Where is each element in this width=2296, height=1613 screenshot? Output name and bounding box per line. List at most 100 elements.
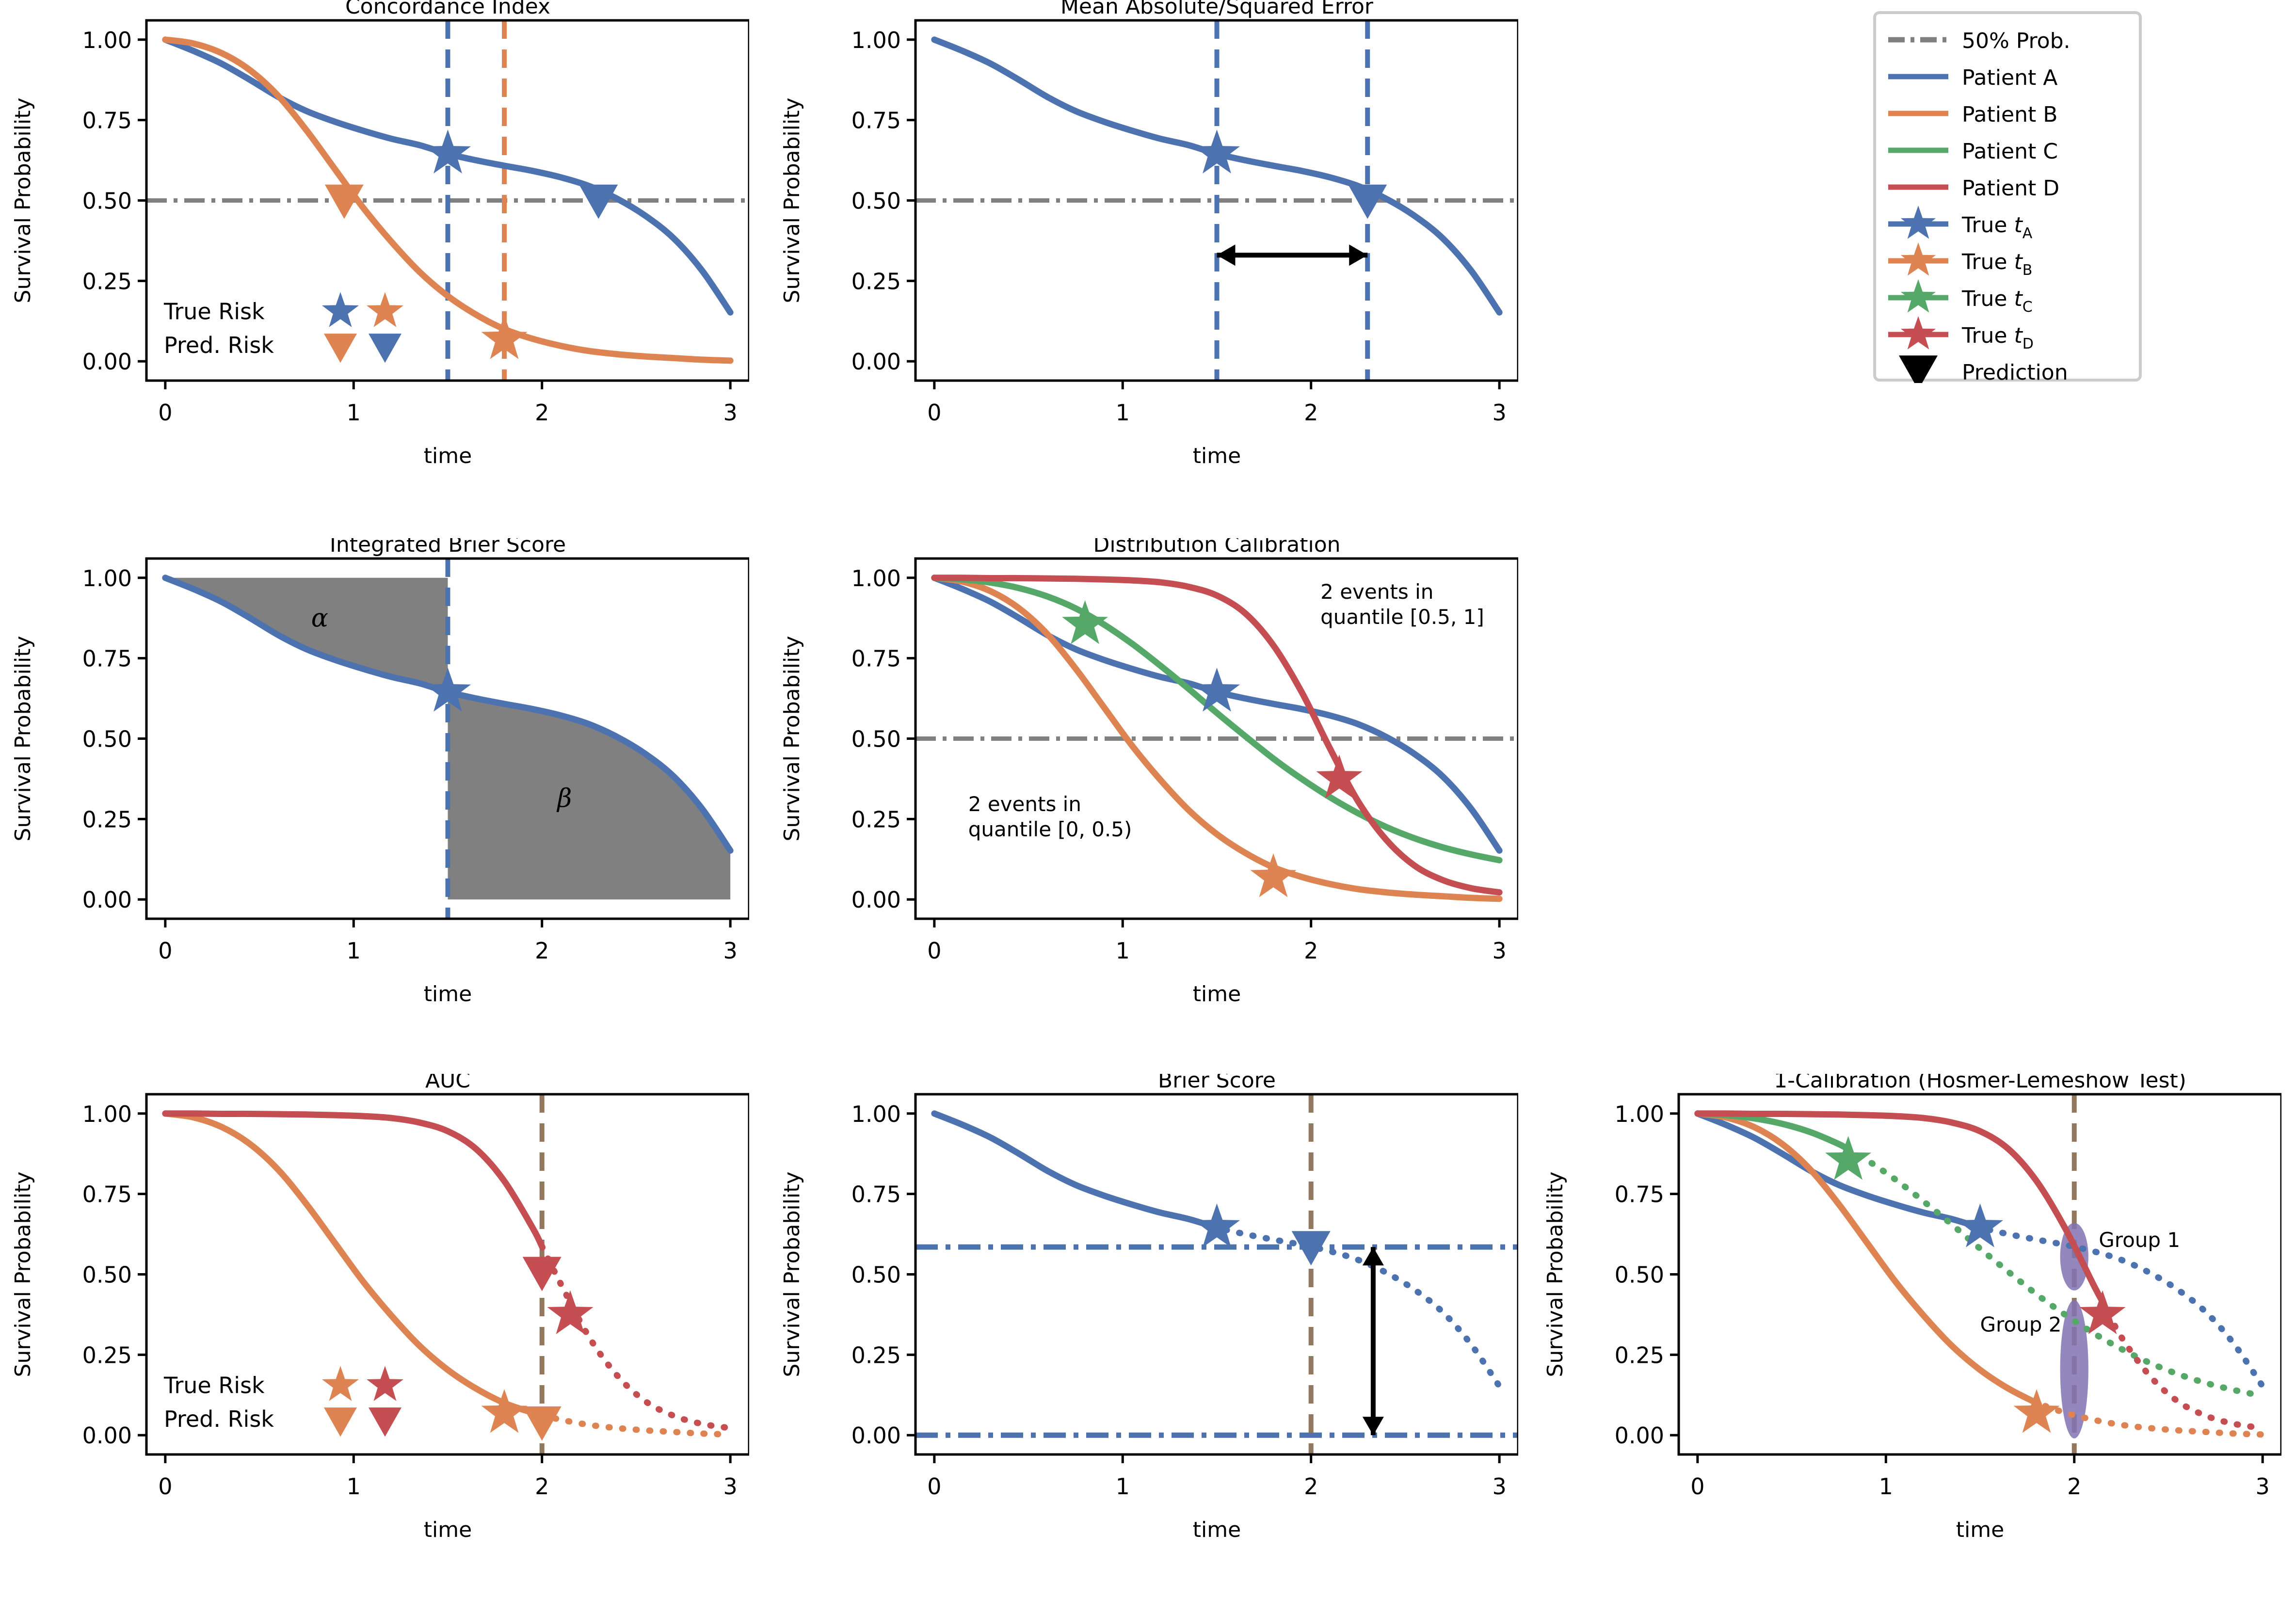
x-tick-label: 1	[1879, 1473, 1893, 1500]
subplot-brier-score: Brier Score 0 1 2 3 0.00 0.25 0.50 0.75 1.00 time S…	[769, 1068, 1520, 1613]
y-axis-label: Survival Probability	[780, 98, 804, 303]
x-tick-label: 1	[347, 1473, 361, 1500]
y-tick-label: 1.00	[1615, 1101, 1664, 1127]
inline-legend-star-marker	[321, 292, 359, 327]
x-tick-label: 3	[1493, 399, 1507, 426]
x-tick-label: 3	[723, 399, 738, 426]
plot-annotation: 2 events in quantile [0, 0.5)	[968, 792, 1132, 841]
x-axis-label: time	[424, 444, 472, 468]
legend-item-label: Prediction	[1962, 360, 2068, 383]
inline-legend-triangle-marker	[324, 1407, 357, 1437]
y-tick-label: 0.50	[851, 1262, 901, 1288]
prediction-triangle-marker	[522, 1406, 562, 1441]
x-axis-label: time	[424, 1517, 472, 1542]
y-tick-label: 0.00	[82, 349, 132, 375]
x-tick-label: 2	[1304, 1473, 1318, 1500]
inline-legend-star-marker	[366, 292, 404, 327]
subplot-title: Mean Absolute/Squared Error	[1060, 0, 1374, 19]
x-tick-label: 0	[927, 1473, 941, 1500]
x-tick-label: 2	[2067, 1473, 2081, 1500]
region-label: β	[556, 784, 572, 813]
y-tick-label: 0.00	[82, 887, 132, 913]
x-axis-label: time	[1193, 982, 1241, 1006]
inline-legend-label: Pred. Risk	[164, 1406, 274, 1432]
y-tick-label: 0.25	[82, 806, 132, 832]
y-tick-label: 0.50	[851, 726, 901, 752]
y-axis-label: Survival Probability	[11, 636, 35, 842]
axes-frame	[145, 1093, 751, 1456]
y-tick-label: 1.00	[851, 565, 901, 591]
legend-item-label: Patient A	[1962, 65, 2057, 90]
y-axis-label: Survival Probability	[11, 98, 35, 303]
inline-legend-triangle-marker	[369, 1407, 401, 1437]
x-tick-label: 1	[347, 399, 361, 426]
y-tick-label: 0.00	[82, 1422, 132, 1449]
y-axis-label: Survival Probability	[780, 636, 804, 842]
true-event-star-marker	[1193, 1203, 1240, 1247]
inline-legend-star-marker	[366, 1366, 404, 1401]
legend-item-label: 50% Prob.	[1962, 29, 2071, 53]
survival-metrics-figure: Concordance Index True Risk Pred. Risk 0 1 2 3…	[0, 0, 2296, 1612]
x-tick-label: 1	[1116, 1473, 1130, 1500]
inline-legend-label: True Risk	[163, 298, 265, 324]
subplot-title: Concordance Index	[345, 0, 550, 19]
y-tick-label: 0.00	[1615, 1422, 1664, 1449]
subplot-title: Distribution Calibration	[1093, 538, 1340, 557]
legend-item-label: Patient C	[1962, 139, 2058, 164]
x-tick-label: 2	[535, 1473, 549, 1500]
y-tick-label: 0.25	[1615, 1342, 1664, 1368]
x-tick-label: 3	[1493, 938, 1507, 964]
predicted-curve-patient-d	[539, 1243, 734, 1432]
y-tick-label: 0.25	[82, 268, 132, 294]
figure-legend: 50% Prob. Patient A Patient B Patient C Pati…	[1872, 10, 2143, 390]
subplot-mean-absolute-squared-error: Mean Absolute/Squared Error 0 1 2 3 0.00 0.25 0…	[769, 0, 1520, 539]
true-event-star-marker	[547, 1290, 594, 1334]
subplot-one-calibration-hosmer-lemeshow: 1-Calibration (Hosmer-Lemeshow Test) Grou…	[1532, 1068, 2283, 1613]
y-tick-label: 0.50	[82, 188, 132, 214]
prediction-triangle-marker	[1291, 1231, 1331, 1266]
y-tick-label: 0.75	[851, 646, 901, 672]
y-axis-label: Survival Probability	[1543, 1172, 1568, 1377]
subplot-distribution-calibration: Distribution Calibration 2 events in quant…	[769, 532, 1520, 1077]
x-tick-label: 0	[158, 399, 172, 426]
predicted-curve-patient-a	[1211, 1224, 1503, 1389]
y-tick-label: 1.00	[82, 565, 132, 591]
inline-legend-label: True Risk	[163, 1372, 265, 1398]
x-axis-label: time	[1193, 444, 1241, 468]
subplot-title: AUC	[425, 1074, 470, 1093]
region-label: α	[311, 604, 328, 633]
legend-item-label: Patient B	[1962, 102, 2057, 127]
y-tick-label: 1.00	[82, 27, 132, 53]
predicted-curve-patient-d	[2099, 1298, 2266, 1432]
x-axis-label: time	[1956, 1517, 2004, 1542]
inline-legend-star-marker	[321, 1366, 359, 1401]
x-tick-label: 1	[1116, 399, 1130, 426]
plot-annotation: 2 events in quantile [0.5, 1]	[1320, 580, 1484, 629]
y-axis-label: Survival Probability	[11, 1172, 35, 1377]
x-tick-label: 2	[1304, 399, 1318, 426]
y-axis-label: Survival Probability	[780, 1172, 804, 1377]
x-axis-label: time	[1193, 1517, 1241, 1542]
y-tick-label: 0.25	[851, 806, 901, 832]
y-tick-label: 0.75	[82, 646, 132, 672]
plot-annotation: Group 1	[2099, 1228, 2180, 1252]
x-tick-label: 0	[158, 938, 172, 964]
survival-curve-patient-a	[931, 1110, 1222, 1232]
x-tick-label: 0	[158, 1473, 172, 1500]
y-tick-label: 0.75	[851, 108, 901, 134]
y-tick-label: 0.75	[1615, 1182, 1664, 1208]
legend-item-label: Patient D	[1962, 176, 2059, 201]
x-tick-label: 0	[1690, 1473, 1704, 1500]
x-axis-label: time	[424, 982, 472, 1006]
y-tick-label: 0.25	[851, 268, 901, 294]
y-tick-label: 0.75	[851, 1182, 901, 1208]
subplot-concordance-index: Concordance Index True Risk Pred. Risk 0 1 2 3…	[0, 0, 751, 539]
y-tick-label: 0.25	[851, 1342, 901, 1368]
inline-legend-label: Pred. Risk	[164, 332, 274, 358]
y-tick-label: 0.50	[1615, 1262, 1664, 1288]
x-tick-label: 2	[535, 399, 549, 426]
subplot-title: 1-Calibration (Hosmer-Lemeshow Test)	[1774, 1074, 2186, 1093]
y-tick-label: 1.00	[851, 27, 901, 53]
x-tick-label: 3	[1493, 1473, 1507, 1500]
x-tick-label: 3	[723, 1473, 738, 1500]
